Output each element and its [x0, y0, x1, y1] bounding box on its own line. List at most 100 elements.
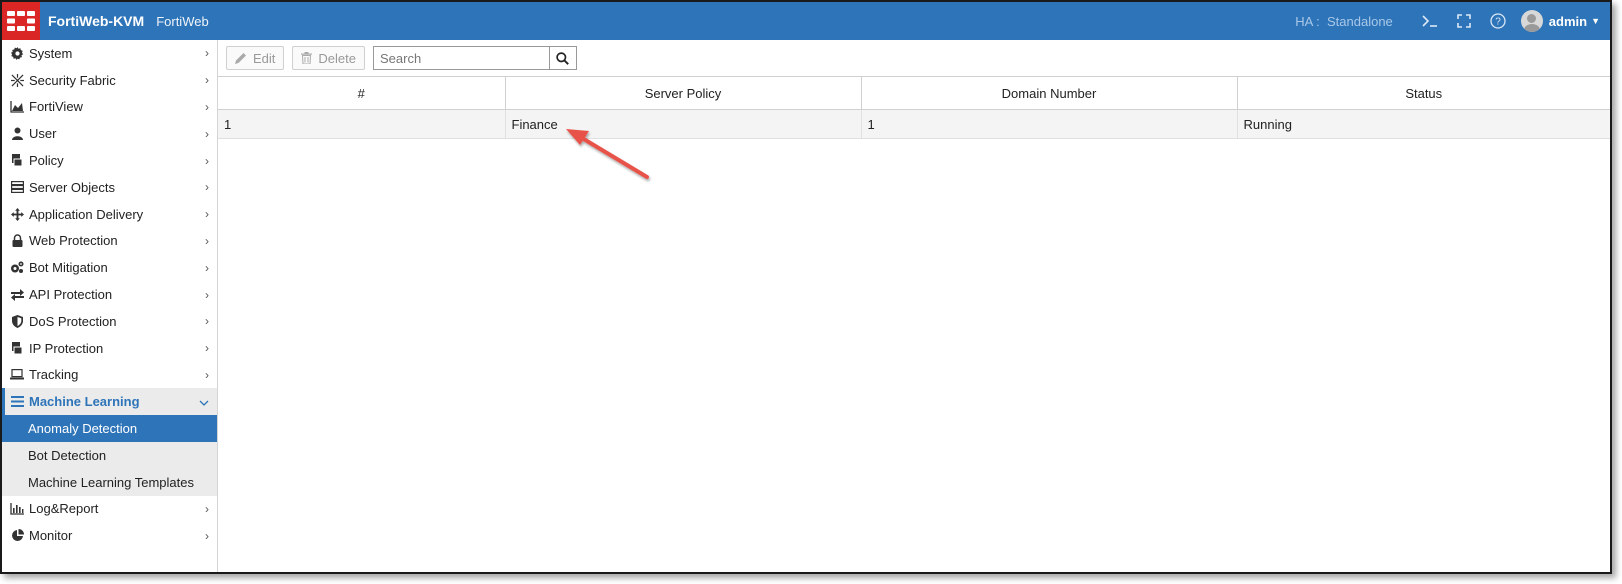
sidebar-item-label: Application Delivery [29, 206, 144, 222]
sidebar: System › Security Fabric › FortiView › U… [2, 40, 218, 572]
sidebar-item-label: DoS Protection [29, 313, 117, 329]
sidebar-item-label: Policy [29, 153, 64, 169]
sidebar-subitem-label: Anomaly Detection [28, 421, 138, 437]
sidebar-item-label: Machine Learning [29, 394, 140, 410]
chevron-right-icon: › [205, 314, 209, 329]
sidebar-item-bot-mitigation[interactable]: Bot Mitigation › [2, 254, 217, 281]
cell-index: 1 [218, 109, 506, 139]
search-box [372, 46, 577, 70]
sidebar-item-security-fabric[interactable]: Security Fabric › [2, 67, 217, 94]
sidebar-subitem-ml-templates[interactable]: Machine Learning Templates [2, 468, 217, 496]
fabric-icon [10, 73, 24, 87]
edit-button[interactable]: Edit [226, 46, 285, 70]
app-window: FortiWeb-KVM FortiWeb HA : Standalone ? … [0, 0, 1612, 574]
svg-text:?: ? [1495, 17, 1501, 28]
trash-icon [301, 52, 313, 64]
lock-icon [10, 234, 24, 248]
sidebar-item-user[interactable]: User › [2, 120, 217, 147]
arrows-icon [10, 207, 24, 221]
cell-server-policy: Finance [505, 109, 862, 139]
sidebar-item-server-objects[interactable]: Server Objects › [2, 174, 217, 201]
sidebar-item-tracking[interactable]: Tracking › [2, 362, 217, 389]
sidebar-item-label: Tracking [29, 367, 79, 383]
sidebar-subitem-label: Bot Detection [28, 447, 107, 463]
policy-icon [10, 154, 24, 168]
fortinet-logo[interactable] [2, 2, 40, 40]
main-content: Edit Delete # Server Policy Do [218, 40, 1610, 572]
laptop-icon [10, 368, 24, 382]
table-header-row: # Server Policy Domain Number Status [218, 76, 1610, 110]
sidebar-item-web-protection[interactable]: Web Protection › [2, 228, 217, 255]
cli-icon[interactable] [1413, 2, 1447, 40]
chevron-right-icon: › [205, 233, 209, 248]
anomaly-detection-table: # Server Policy Domain Number Status 1 F… [218, 76, 1610, 139]
sidebar-item-label: FortiView [29, 99, 83, 115]
username: admin [1548, 13, 1588, 29]
top-bar: FortiWeb-KVM FortiWeb HA : Standalone ? … [2, 2, 1610, 40]
help-icon[interactable]: ? [1481, 2, 1515, 40]
cogs-icon [10, 261, 24, 275]
delete-button[interactable]: Delete [292, 46, 365, 70]
pencil-icon [235, 53, 246, 64]
sidebar-item-fortiview[interactable]: FortiView › [2, 94, 217, 121]
sidebar-item-label: Monitor [29, 528, 73, 544]
column-header-status[interactable]: Status [1237, 76, 1610, 110]
cell-status: Running [1237, 109, 1610, 139]
chevron-right-icon: › [205, 73, 209, 88]
chevron-right-icon: › [205, 153, 209, 168]
product-name: FortiWeb-KVM [48, 13, 145, 29]
sidebar-item-application-delivery[interactable]: Application Delivery › [2, 201, 217, 228]
chevron-right-icon: › [205, 180, 209, 195]
ha-status: HA : Standalone [1295, 14, 1393, 29]
sidebar-item-log-report[interactable]: Log&Report › [2, 496, 217, 523]
sidebar-item-system[interactable]: System › [2, 40, 217, 67]
shield-icon [10, 314, 24, 328]
sidebar-item-policy[interactable]: Policy › [2, 147, 217, 174]
sidebar-item-label: Log&Report [29, 501, 99, 517]
chevron-right-icon: › [205, 528, 209, 543]
column-header-index[interactable]: # [218, 76, 506, 110]
sidebar-subitem-label: Machine Learning Templates [28, 474, 194, 490]
chevron-right-icon: › [205, 287, 209, 302]
bar-chart-icon [10, 502, 24, 516]
exchange-icon [10, 288, 24, 302]
gear-icon [10, 46, 24, 60]
chevron-right-icon: › [205, 126, 209, 141]
cell-domain-number: 1 [861, 109, 1238, 139]
column-header-server-policy[interactable]: Server Policy [505, 76, 862, 110]
sidebar-item-ip-protection[interactable]: IP Protection › [2, 335, 217, 362]
sidebar-subitem-anomaly-detection[interactable]: Anomaly Detection [2, 415, 217, 442]
sidebar-subitem-bot-detection[interactable]: Bot Detection [2, 441, 217, 469]
ha-status-value: Standalone [1327, 13, 1393, 29]
chevron-right-icon: › [205, 260, 209, 275]
search-button[interactable] [548, 46, 577, 70]
chevron-right-icon: › [205, 367, 209, 382]
chevron-down-icon [199, 395, 209, 409]
area-chart-icon [10, 100, 24, 114]
chevron-right-icon: › [205, 46, 209, 61]
fullscreen-icon[interactable] [1447, 2, 1481, 40]
sidebar-item-machine-learning[interactable]: Machine Learning [2, 388, 217, 416]
sidebar-item-label: Server Objects [29, 179, 115, 195]
search-icon [556, 51, 570, 65]
toolbar: Edit Delete [218, 40, 1610, 76]
sidebar-item-api-protection[interactable]: API Protection › [2, 281, 217, 308]
edit-button-label: Edit [253, 50, 276, 66]
caret-down-icon: ▼ [1591, 16, 1600, 26]
column-header-domain-number[interactable]: Domain Number [861, 76, 1238, 110]
subproduct-name: FortiWeb [156, 13, 209, 29]
sidebar-item-dos-protection[interactable]: DoS Protection › [2, 308, 217, 335]
chevron-right-icon: › [205, 341, 209, 356]
policy-icon [10, 341, 24, 355]
pie-chart-icon [10, 529, 24, 543]
table-row[interactable]: 1 Finance 1 Running [218, 109, 1610, 139]
server-icon [10, 180, 24, 194]
sidebar-item-label: System [29, 45, 73, 61]
ha-status-label: HA : [1295, 13, 1320, 29]
user-menu[interactable]: admin ▼ [1520, 10, 1600, 32]
avatar-icon [1520, 10, 1543, 32]
sidebar-item-monitor[interactable]: Monitor › [2, 522, 217, 549]
search-input[interactable] [372, 46, 549, 70]
bars-icon [10, 395, 24, 409]
user-icon [10, 127, 24, 141]
